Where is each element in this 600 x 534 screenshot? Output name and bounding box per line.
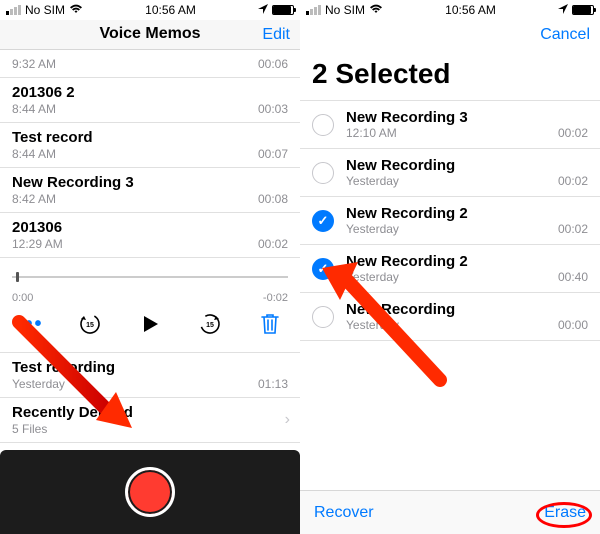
signal-icon [6,5,21,15]
checkbox-unchecked-icon[interactable] [312,114,334,136]
time-remaining: -0:02 [263,292,288,304]
page-title: 2 Selected [300,50,600,100]
nav-bar: Cancel [300,20,600,50]
voice-memos-screen: No SIM 10:56 AM Voice Memos Edit 9:32 AM… [0,0,300,534]
carrier-label: No SIM [325,3,365,17]
battery-icon [272,5,294,15]
location-icon [558,3,568,17]
list-item[interactable]: New Recording 2 Yesterday00:40 [300,244,600,292]
signal-icon [306,5,321,15]
wifi-icon [369,3,383,17]
lower-list: Test recording Yesterday01:13 Recently D… [0,352,300,443]
selection-screen: No SIM 10:56 AM Cancel 2 Selected New Re… [300,0,600,534]
status-bar: No SIM 10:56 AM [300,0,600,20]
time-elapsed: 0:00 [12,292,33,304]
recover-button[interactable]: Recover [314,504,374,522]
memo-list: 9:32 AM00:06 201306 2 8:44 AM00:03 Test … [0,50,300,257]
checkbox-unchecked-icon[interactable] [312,162,334,184]
memo-row[interactable]: New Recording 3 8:42 AM00:08 [0,167,300,212]
wifi-icon [69,3,83,17]
page-title: Voice Memos [0,25,300,43]
chevron-right-icon: › [285,411,290,429]
recently-deleted-row[interactable]: Recently Deleted 5 Files › [0,397,300,443]
checkbox-checked-icon[interactable] [312,258,334,280]
scrubber[interactable] [12,264,288,292]
carrier-label: No SIM [25,3,65,17]
status-bar: No SIM 10:56 AM [0,0,300,20]
memo-row[interactable]: Test record 8:44 AM00:07 [0,122,300,167]
list-item[interactable]: New Recording 3 12:10 AM00:02 [300,100,600,148]
record-bar [0,450,300,534]
bottom-toolbar: Recover Erase [300,490,600,534]
checkbox-unchecked-icon[interactable] [312,306,334,328]
memo-row[interactable]: Test recording Yesterday01:13 [0,353,300,397]
memo-row[interactable]: 201306 2 8:44 AM00:03 [0,77,300,122]
rewind-15-button[interactable]: 15 [76,310,104,338]
list-item[interactable]: New Recording Yesterday00:00 [300,292,600,341]
selection-list: New Recording 3 12:10 AM00:02 New Record… [300,100,600,341]
player-area: 0:00 -0:02 ••• 15 15 [0,257,300,352]
svg-text:15: 15 [206,322,214,329]
list-item[interactable]: New Recording Yesterday00:02 [300,148,600,196]
svg-text:15: 15 [86,322,94,329]
location-icon [258,3,268,17]
memo-row[interactable]: 9:32 AM00:06 [0,50,300,77]
checkbox-checked-icon[interactable] [312,210,334,232]
memo-row[interactable]: 201306 12:29 AM00:02 [0,212,300,257]
battery-icon [572,5,594,15]
cancel-button[interactable]: Cancel [540,26,590,44]
list-item[interactable]: New Recording 2 Yesterday00:02 [300,196,600,244]
nav-bar: Voice Memos Edit [0,20,300,50]
edit-button[interactable]: Edit [262,26,290,44]
record-button[interactable] [125,467,175,517]
clock-label: 10:56 AM [145,3,196,17]
more-button[interactable]: ••• [16,310,44,338]
clock-label: 10:56 AM [445,3,496,17]
play-button[interactable] [136,310,164,338]
forward-15-button[interactable]: 15 [196,310,224,338]
erase-button[interactable]: Erase [544,504,586,522]
trash-button[interactable] [256,310,284,338]
